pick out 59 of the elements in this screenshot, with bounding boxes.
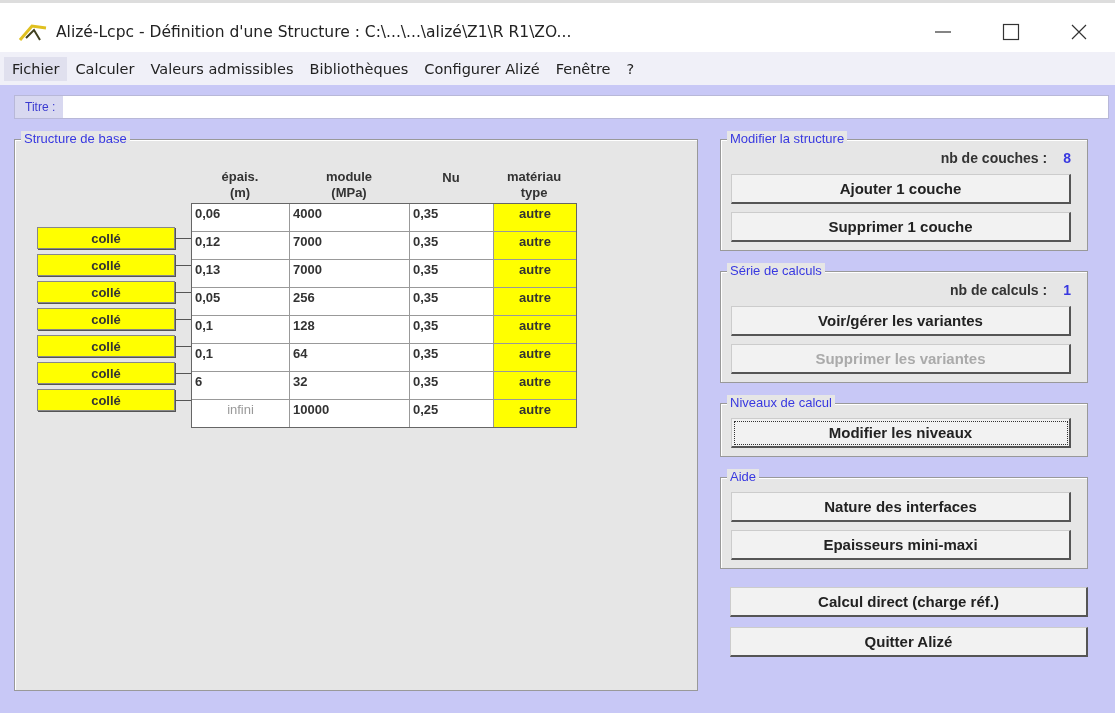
- action-button[interactable]: Supprimer 1 couche: [731, 212, 1071, 242]
- thickness-cell[interactable]: 0,1: [192, 316, 290, 343]
- material-button[interactable]: autre: [494, 232, 576, 259]
- module-cell[interactable]: 256: [290, 288, 410, 315]
- count-value: 8: [1063, 150, 1071, 166]
- thickness-cell[interactable]: 0,05: [192, 288, 290, 315]
- action-button[interactable]: Epaisseurs mini-maxi: [731, 530, 1071, 560]
- count-label: nb de couches :: [940, 150, 1048, 166]
- action-button[interactable]: Nature des interfaces: [731, 492, 1071, 522]
- action-button[interactable]: Quitter Alizé: [730, 627, 1088, 657]
- thickness-cell[interactable]: 0,06: [192, 204, 290, 231]
- action-button[interactable]: Modifier les niveaux: [731, 418, 1071, 448]
- column-header: module: [325, 169, 373, 185]
- thickness-cell[interactable]: 0,12: [192, 232, 290, 259]
- action-button[interactable]: Voir/gérer les variantes: [731, 306, 1071, 336]
- action-button[interactable]: Ajouter 1 couche: [731, 174, 1071, 204]
- menu-item[interactable]: Fichier: [4, 56, 68, 81]
- interface-button[interactable]: collé: [37, 281, 175, 303]
- material-button[interactable]: autre: [494, 316, 576, 343]
- module-cell[interactable]: 7000: [290, 232, 410, 259]
- module-cell[interactable]: 4000: [290, 204, 410, 231]
- column-header: (MPa): [331, 185, 367, 201]
- column-header: (m): [229, 185, 251, 201]
- interface-button[interactable]: collé: [37, 389, 175, 411]
- column-header: épais.: [221, 169, 259, 185]
- interface-button[interactable]: collé: [37, 335, 175, 357]
- column-header: type: [520, 185, 548, 201]
- material-button[interactable]: autre: [494, 204, 576, 231]
- menu-item[interactable]: Configurer Alizé: [416, 56, 548, 81]
- module-cell[interactable]: 7000: [290, 260, 410, 287]
- interface-button[interactable]: collé: [37, 362, 175, 384]
- thickness-cell[interactable]: 0,13: [192, 260, 290, 287]
- count-label: nb de calculs :: [949, 282, 1048, 298]
- app-icon: [18, 21, 48, 42]
- module-cell[interactable]: 32: [290, 372, 410, 399]
- material-button[interactable]: autre: [494, 400, 576, 427]
- count-value: 1: [1063, 282, 1071, 298]
- column-header: Nu: [442, 169, 460, 186]
- interface-button[interactable]: collé: [37, 254, 175, 276]
- menu-item[interactable]: Calculer: [67, 56, 143, 81]
- interface-button[interactable]: collé: [37, 308, 175, 330]
- module-cell[interactable]: 64: [290, 344, 410, 371]
- column-header: matériau: [506, 169, 562, 185]
- thickness-cell[interactable]: 6: [192, 372, 290, 399]
- menu-item[interactable]: Bibliothèques: [301, 56, 417, 81]
- window-title: Alizé-Lcpc - Définition d'une Structure : C:\...\...\alizé\Z1\R R1\ZO...: [56, 22, 573, 41]
- module-cell[interactable]: 128: [290, 316, 410, 343]
- material-button[interactable]: autre: [494, 260, 576, 287]
- menu-item[interactable]: Valeurs admissibles: [142, 56, 302, 81]
- action-button[interactable]: Calcul direct (charge réf.): [730, 587, 1088, 617]
- maximize-icon[interactable]: [1001, 21, 1021, 42]
- material-button[interactable]: autre: [494, 372, 576, 399]
- material-button[interactable]: autre: [494, 344, 576, 371]
- module-cell[interactable]: 10000: [290, 400, 410, 427]
- thickness-cell[interactable]: 0,1: [192, 344, 290, 371]
- menu-item[interactable]: Fenêtre: [547, 56, 619, 81]
- material-button[interactable]: autre: [494, 288, 576, 315]
- interface-button[interactable]: collé: [37, 227, 175, 249]
- menu-item[interactable]: ?: [618, 56, 643, 81]
